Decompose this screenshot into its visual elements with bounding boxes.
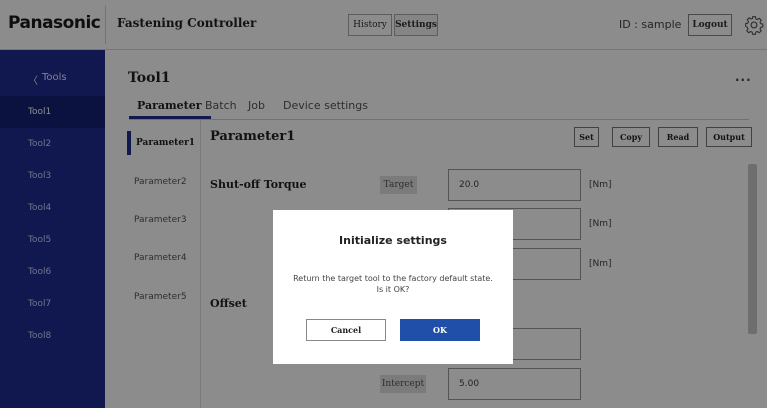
dialog-message-line2: Is it OK? <box>376 285 410 294</box>
cancel-button[interactable]: Cancel <box>306 319 386 341</box>
initialize-settings-dialog: Initialize settings Return the target to… <box>273 210 513 364</box>
dialog-message-line1: Return the target tool to the factory de… <box>293 274 493 283</box>
dialog-title: Initialize settings <box>339 234 447 247</box>
dialog-message: Return the target tool to the factory de… <box>273 273 513 295</box>
ok-button[interactable]: OK <box>400 319 480 341</box>
